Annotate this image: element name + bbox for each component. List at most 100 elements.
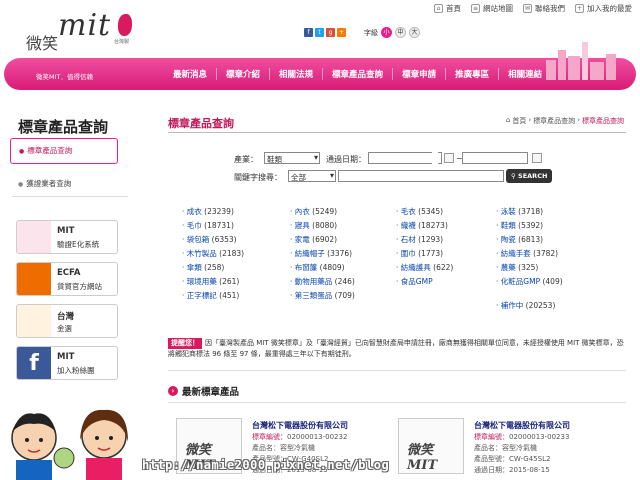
font-size-large-button[interactable]: 大 bbox=[409, 27, 420, 38]
nav-item-news[interactable]: 最新消息 bbox=[164, 68, 218, 80]
category-item[interactable]: · 毛巾 (18731) bbox=[182, 220, 234, 231]
banner-facebook[interactable]: f MIT 加入粉絲團 bbox=[16, 346, 118, 380]
category-name[interactable]: 鞋類 bbox=[501, 221, 516, 230]
category-name[interactable]: 家電 bbox=[295, 235, 310, 244]
category-item[interactable]: · 紡織護具 (622) bbox=[396, 262, 453, 273]
category-name[interactable]: 第三類蛋品 bbox=[295, 291, 333, 300]
product-card[interactable]: 微笑MIT 台灣松下電器股份有限公司 標章編號：02000013-00233 產… bbox=[398, 416, 618, 480]
date-end-input[interactable] bbox=[462, 152, 528, 164]
category-name[interactable]: 布窗簾 bbox=[295, 263, 318, 272]
category-item[interactable]: · 寢具 (8080) bbox=[290, 220, 337, 231]
category-name[interactable]: 石材 bbox=[401, 235, 416, 244]
category-name[interactable]: 正字標記 bbox=[187, 291, 217, 300]
category-count: (258) bbox=[204, 263, 225, 272]
category-count: (3782) bbox=[533, 249, 559, 258]
category-item[interactable]: · 鞋類 (5392) bbox=[496, 220, 543, 231]
category-name[interactable]: 紡織護具 bbox=[401, 263, 431, 272]
category-item[interactable]: · 石材 (1293) bbox=[396, 234, 443, 245]
category-name[interactable]: 內衣 bbox=[295, 207, 310, 216]
keyword-scope-select[interactable]: 全部 bbox=[288, 170, 336, 182]
category-name[interactable]: 織襪 bbox=[401, 221, 416, 230]
category-item[interactable]: · 泳裝 (3718) bbox=[496, 206, 543, 217]
category-item[interactable]: · 木竹製品 (2183) bbox=[182, 248, 244, 259]
category-name[interactable]: 寢具 bbox=[295, 221, 310, 230]
sidebar-item-company-search[interactable]: 獲證業者查詢 bbox=[18, 178, 71, 189]
category-item[interactable]: · 第三類蛋品 (709) bbox=[290, 290, 355, 301]
nav-item-promotion[interactable]: 推廣專區 bbox=[446, 68, 500, 80]
category-item[interactable]: · 內衣 (5249) bbox=[290, 206, 337, 217]
category-name[interactable]: 補作中 bbox=[501, 301, 524, 310]
category-item[interactable]: · 環境用藥 (261) bbox=[182, 276, 239, 287]
font-size-small-button[interactable]: 小 bbox=[381, 27, 392, 38]
category-name[interactable]: 毛巾 bbox=[187, 221, 202, 230]
category-name[interactable]: 木竹製品 bbox=[187, 249, 217, 258]
category-name[interactable]: 傘類 bbox=[187, 263, 202, 272]
category-item[interactable]: · 化粧品GMP (409) bbox=[496, 276, 563, 287]
category-item[interactable]: · 食品GMP bbox=[396, 276, 433, 287]
category-item[interactable]: · 毛衣 (5345) bbox=[396, 206, 443, 217]
calendar-start-icon[interactable] bbox=[444, 153, 454, 163]
font-size-medium-button[interactable]: 中 bbox=[395, 27, 406, 38]
category-name[interactable]: 動物用藥品 bbox=[295, 277, 333, 286]
category-item[interactable]: · 圍巾 (1773) bbox=[396, 248, 443, 259]
category-name[interactable]: 成衣 bbox=[187, 207, 202, 216]
category-item[interactable]: · 補作中 (20253) bbox=[496, 300, 555, 311]
sidebar-item-product-search[interactable]: 標章產品查詢 bbox=[10, 138, 118, 164]
calendar-end-icon[interactable] bbox=[532, 153, 542, 163]
category-name[interactable]: 圍巾 bbox=[401, 249, 416, 258]
category-item[interactable]: · 紡織帽子 (3376) bbox=[290, 248, 352, 259]
banner-ecfa[interactable]: ECFA 貨貿官方網站 bbox=[16, 262, 118, 296]
industry-select[interactable]: 鞋類 bbox=[264, 152, 320, 164]
category-item[interactable]: · 布窗簾 (4809) bbox=[290, 262, 345, 273]
category-name[interactable]: 紡織手套 bbox=[501, 249, 531, 258]
category-item[interactable]: · 袋包箱 (6353) bbox=[182, 234, 237, 245]
home-link[interactable]: ⌂ 首頁 bbox=[434, 3, 461, 14]
category-item[interactable]: · 傘類 (258) bbox=[182, 262, 224, 273]
category-name[interactable]: 毛衣 bbox=[401, 207, 416, 216]
breadcrumb: ⌂ 首頁 › 標章產品查詢 › 標章產品查詢 bbox=[505, 116, 624, 126]
category-name[interactable]: 紡織帽子 bbox=[295, 249, 325, 258]
keyword-input[interactable] bbox=[338, 170, 504, 182]
addthis-share-icon[interactable]: + bbox=[337, 28, 346, 37]
site-logo[interactable]: mit 微笑 台灣製 bbox=[22, 8, 142, 64]
taiwan-map-icon bbox=[118, 14, 132, 36]
banner-mit-system[interactable]: MIT 驗證E化系統 bbox=[16, 220, 118, 254]
category-item[interactable]: · 織襪 (18273) bbox=[396, 220, 448, 231]
nav-item-regulations[interactable]: 相關法規 bbox=[270, 68, 324, 80]
product-company[interactable]: 台灣松下電器股份有限公司 bbox=[474, 420, 570, 431]
category-name[interactable]: 袋包箱 bbox=[187, 235, 210, 244]
date-start-input[interactable] bbox=[368, 152, 442, 164]
search-button[interactable]: ⚲ SEARCH bbox=[506, 169, 553, 183]
category-name[interactable]: 食品GMP bbox=[401, 277, 433, 286]
arrow-right-icon: › bbox=[168, 386, 178, 396]
product-thumbnail: 微笑MIT bbox=[398, 418, 464, 474]
facebook-share-icon[interactable]: f bbox=[304, 28, 313, 37]
category-name[interactable]: 化粧品GMP bbox=[501, 277, 540, 286]
nav-item-intro[interactable]: 標章介紹 bbox=[217, 68, 271, 80]
nav-item-apply[interactable]: 標章申請 bbox=[393, 68, 447, 80]
favorite-link[interactable]: + 加入我的最愛 bbox=[575, 3, 632, 14]
category-item[interactable]: · 農藥 (325) bbox=[496, 262, 538, 273]
nav-item-product-search[interactable]: 標章產品查詢 bbox=[323, 68, 394, 80]
category-item[interactable]: · 家電 (6902) bbox=[290, 234, 337, 245]
new-products-title: › 最新標章產品 bbox=[168, 384, 239, 398]
category-item[interactable]: · 動物用藥品 (246) bbox=[290, 276, 355, 287]
product-code: 標章編號：02000013-00232 bbox=[252, 433, 348, 441]
category-name[interactable]: 農藥 bbox=[501, 263, 516, 272]
category-name[interactable]: 陶瓷 bbox=[501, 235, 516, 244]
category-name[interactable]: 環境用藥 bbox=[187, 277, 217, 286]
googleplus-share-icon[interactable]: g bbox=[326, 28, 335, 37]
sitemap-link[interactable]: ≡ 網站地圖 bbox=[471, 3, 513, 14]
contact-link[interactable]: ✉ 聯絡我們 bbox=[523, 3, 565, 14]
category-item[interactable]: · 正字標記 (451) bbox=[182, 290, 239, 301]
category-item[interactable]: · 紡織手套 (3782) bbox=[496, 248, 558, 259]
category-name[interactable]: 泳裝 bbox=[501, 207, 516, 216]
breadcrumb-home[interactable]: 首頁 bbox=[512, 116, 526, 126]
breadcrumb-section[interactable]: 標章產品查詢 bbox=[533, 116, 575, 126]
category-item[interactable]: · 陶瓷 (6813) bbox=[496, 234, 543, 245]
banner-taiwan-gold[interactable]: 台灣 金選 bbox=[16, 304, 118, 338]
category-item[interactable]: · 成衣 (23239) bbox=[182, 206, 234, 217]
twitter-share-icon[interactable]: t bbox=[315, 28, 324, 37]
favorite-icon: + bbox=[575, 4, 584, 13]
product-company[interactable]: 台灣松下電器股份有限公司 bbox=[252, 420, 348, 431]
